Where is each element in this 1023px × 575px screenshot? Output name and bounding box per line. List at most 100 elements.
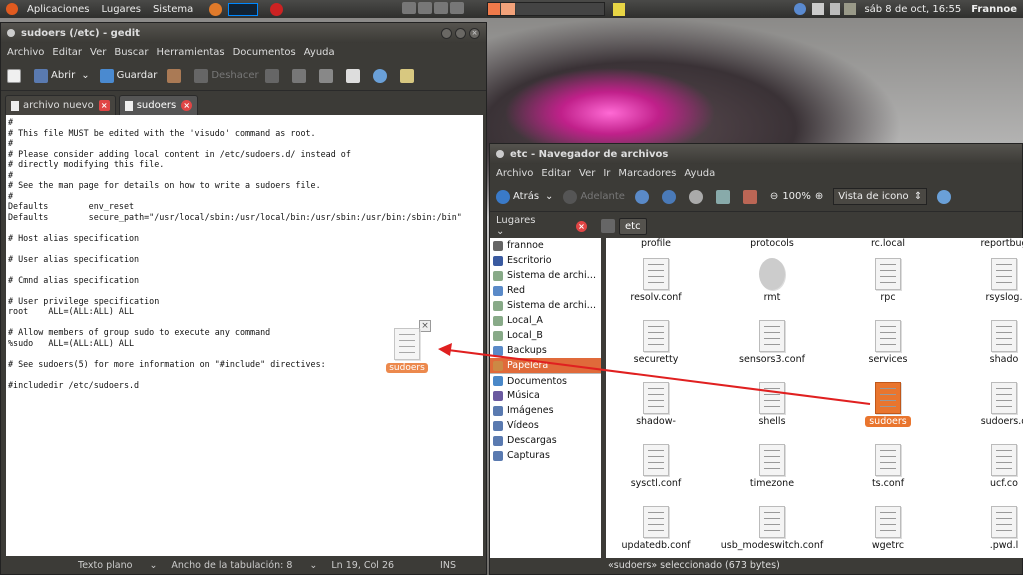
sidebar-item-documentos[interactable]: Documentos bbox=[490, 373, 601, 388]
close-sidebar-icon[interactable]: × bbox=[576, 220, 587, 232]
file-item[interactable]: updatedb.conf bbox=[606, 506, 711, 551]
file-item[interactable]: resolv.conf bbox=[606, 258, 711, 303]
file-item[interactable]: protocols bbox=[717, 238, 827, 249]
update-icon[interactable] bbox=[812, 3, 825, 15]
search-button[interactable] bbox=[742, 189, 760, 204]
app-icon[interactable] bbox=[270, 2, 284, 16]
window-menu-icon[interactable] bbox=[7, 29, 15, 37]
up-button[interactable] bbox=[634, 189, 652, 204]
save-button[interactable]: Guardar bbox=[99, 68, 157, 83]
window-button-2[interactable] bbox=[418, 1, 433, 14]
zoom-out-button[interactable]: ⊖ bbox=[770, 191, 778, 202]
file-item[interactable]: wgetrc bbox=[833, 506, 943, 551]
zoom-in-button[interactable]: ⊕ bbox=[815, 191, 823, 202]
menu-ver[interactable]: Ver bbox=[86, 47, 110, 58]
menu-herramientas[interactable]: Herramientas bbox=[152, 47, 228, 58]
find-button[interactable] bbox=[372, 68, 390, 83]
menu-ver[interactable]: Ver bbox=[575, 168, 599, 179]
sidebar-item-papelera[interactable]: Papelera bbox=[490, 358, 601, 373]
location-toggle-icon[interactable] bbox=[601, 219, 615, 233]
file-item[interactable]: shado bbox=[949, 320, 1023, 365]
tab-sudoers[interactable]: sudoers × bbox=[118, 95, 199, 115]
redo-icon[interactable] bbox=[264, 68, 279, 83]
replace-button[interactable] bbox=[399, 68, 417, 83]
path-button-etc[interactable]: etc bbox=[619, 217, 647, 235]
window-button-4[interactable] bbox=[450, 1, 465, 14]
file-item[interactable]: rc.local bbox=[833, 238, 943, 249]
file-item[interactable]: sudoers.d bbox=[949, 382, 1023, 427]
reload-button[interactable] bbox=[661, 189, 679, 204]
open-recent-arrow-icon[interactable]: ⌄ bbox=[81, 70, 89, 81]
maximize-button[interactable] bbox=[455, 27, 466, 39]
close-button[interactable]: × bbox=[469, 27, 480, 39]
menu-documentos[interactable]: Documentos bbox=[229, 47, 300, 58]
back-button[interactable]: Atrás ⌄ bbox=[496, 189, 553, 204]
menu-buscar[interactable]: Buscar bbox=[110, 47, 152, 58]
print-button[interactable] bbox=[167, 68, 184, 83]
forward-button[interactable]: Adelante bbox=[563, 189, 625, 204]
volume-icon[interactable] bbox=[830, 3, 841, 15]
view-selector[interactable]: Vista de icono ⇕ bbox=[833, 188, 928, 205]
sidebar-item-im-genes[interactable]: Imágenes bbox=[490, 403, 601, 418]
clock[interactable]: sáb 8 de oct, 16:55 bbox=[864, 4, 961, 15]
user-menu[interactable]: Frannoe bbox=[971, 4, 1017, 15]
new-button[interactable] bbox=[7, 68, 24, 83]
menu-marcadores[interactable]: Marcadores bbox=[614, 168, 680, 179]
undo-button[interactable]: Deshacer bbox=[194, 68, 281, 83]
sidebar-item-backups[interactable]: Backups bbox=[490, 343, 601, 358]
file-item[interactable]: securetty bbox=[606, 320, 711, 365]
workspace-switcher[interactable] bbox=[487, 2, 606, 16]
close-tab-icon[interactable]: × bbox=[98, 100, 110, 111]
file-item[interactable]: rpc bbox=[833, 258, 943, 303]
file-item[interactable]: .pwd.l bbox=[949, 506, 1023, 551]
close-tab-icon[interactable]: × bbox=[181, 100, 193, 111]
back-history-arrow-icon[interactable]: ⌄ bbox=[545, 191, 553, 202]
sidebar-item-escritorio[interactable]: Escritorio bbox=[490, 253, 601, 268]
menu-archivo[interactable]: Archivo bbox=[492, 168, 537, 179]
file-item[interactable]: timezone bbox=[717, 444, 827, 489]
battery-icon[interactable] bbox=[844, 3, 857, 15]
sidebar-item-red[interactable]: Red bbox=[490, 283, 601, 298]
file-item[interactable]: reportbug bbox=[949, 238, 1023, 249]
menu-aplicaciones[interactable]: Aplicaciones bbox=[21, 4, 95, 15]
window-button-1[interactable] bbox=[402, 1, 417, 14]
search-icon[interactable] bbox=[937, 189, 954, 204]
sidebar-item-sistema-de-archi[interactable]: Sistema de archi… bbox=[490, 268, 601, 283]
menu-editar[interactable]: Editar bbox=[537, 168, 575, 179]
file-item[interactable]: sysctl.conf bbox=[606, 444, 711, 489]
file-item[interactable]: shells bbox=[717, 382, 827, 427]
cut-button[interactable] bbox=[291, 68, 309, 83]
window-button-3[interactable] bbox=[434, 1, 449, 14]
file-item[interactable]: rmt bbox=[717, 258, 827, 303]
file-item[interactable]: sensors3.conf bbox=[717, 320, 827, 365]
file-item-selected[interactable]: sudoers bbox=[833, 382, 943, 427]
menu-ir[interactable]: Ir bbox=[599, 168, 614, 179]
gedit-titlebar[interactable]: sudoers (/etc) - gedit × bbox=[1, 23, 486, 43]
notes-icon[interactable] bbox=[613, 2, 626, 16]
file-item[interactable]: shadow- bbox=[606, 382, 711, 427]
sidebar-item-m-sica[interactable]: Música bbox=[490, 388, 601, 403]
firefox-icon[interactable] bbox=[209, 2, 223, 16]
menu-lugares[interactable]: Lugares bbox=[95, 4, 146, 15]
file-manager-titlebar[interactable]: etc - Navegador de archivos bbox=[490, 144, 1022, 164]
syntax-mode-selector[interactable]: Texto plano ⌄ bbox=[78, 560, 157, 571]
network-icon[interactable] bbox=[794, 3, 807, 15]
sidebar-item-sistema-de-archi[interactable]: Sistema de archi… bbox=[490, 298, 601, 313]
sidebar-item-frannoe[interactable]: frannoe bbox=[490, 238, 601, 253]
sidebar-item-descargas[interactable]: Descargas bbox=[490, 433, 601, 448]
system-monitor-icon[interactable] bbox=[228, 2, 259, 16]
paste-button[interactable] bbox=[345, 68, 363, 83]
menu-archivo[interactable]: Archivo bbox=[3, 47, 48, 58]
file-item[interactable]: services bbox=[833, 320, 943, 365]
file-item[interactable]: ts.conf bbox=[833, 444, 943, 489]
minimize-button[interactable] bbox=[441, 27, 452, 39]
menu-ayuda[interactable]: Ayuda bbox=[300, 47, 339, 58]
sidebar-item-capturas[interactable]: Capturas bbox=[490, 448, 601, 463]
file-item[interactable]: usb_modeswitch.conf bbox=[717, 506, 827, 551]
dragged-file[interactable]: × sudoers bbox=[383, 320, 431, 373]
menu-ayuda[interactable]: Ayuda bbox=[680, 168, 719, 179]
menu-sistema[interactable]: Sistema bbox=[147, 4, 199, 15]
menu-editar[interactable]: Editar bbox=[48, 47, 86, 58]
sidebar-item-local-a[interactable]: Local_A bbox=[490, 313, 601, 328]
sidebar-item-v-deos[interactable]: Vídeos bbox=[490, 418, 601, 433]
